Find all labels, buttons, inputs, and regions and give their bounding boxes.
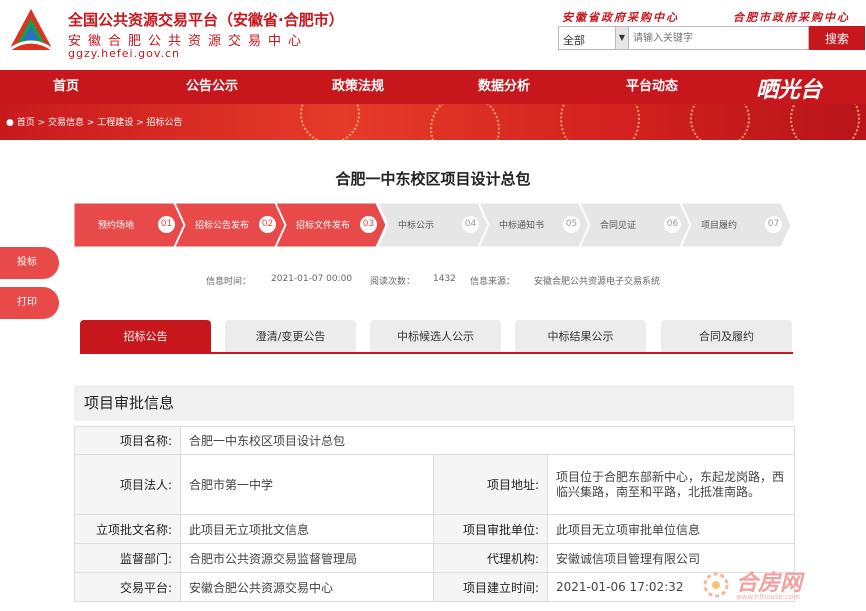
banner: ● 首页 > 交易信息 > 工程建设 > 招标公告 bbox=[0, 104, 866, 140]
firework-decoration bbox=[560, 104, 640, 140]
firework-decoration bbox=[690, 104, 750, 140]
step-label: 项目履约 bbox=[701, 221, 738, 231]
step-number: 06 bbox=[664, 216, 681, 233]
step-3: 招标文件发布 03 bbox=[276, 203, 386, 247]
page-title: 合肥一中东校区项目设计总包 bbox=[335, 170, 531, 188]
step-number: 02 bbox=[259, 216, 276, 233]
step-6: 合同见证 06 bbox=[580, 203, 690, 247]
step-7: 项目履约 07 bbox=[681, 203, 791, 247]
print-button[interactable]: 打印 bbox=[0, 287, 59, 319]
table-value: 此项目无立项审批单位信息 bbox=[547, 514, 795, 544]
table-value: 安徽合肥公共资源交易中心 bbox=[180, 572, 434, 602]
table-label: 项目名称: bbox=[74, 426, 181, 455]
table-label: 代理机构: bbox=[433, 543, 548, 573]
site-domain: ggzy.hefei.gov.cn bbox=[68, 47, 180, 60]
step-5: 中标通知书 05 bbox=[479, 203, 589, 247]
tab-candidates[interactable]: 中标候选人公示 bbox=[370, 320, 501, 353]
info-source: 安徽合肥公共资源电子交易系统 bbox=[534, 277, 661, 287]
step-label: 中标公示 bbox=[398, 221, 435, 231]
table-value: 项目位于合肥东部新中心，东起龙岗路，西临兴集路，南至和平路，北抵准南路。 bbox=[547, 454, 795, 515]
breadcrumb-text[interactable]: 首页 > 交易信息 > 工程建设 > 招标公告 bbox=[17, 118, 183, 128]
site-logo-icon[interactable] bbox=[6, 6, 56, 56]
brand-logo[interactable]: 晒光台 bbox=[756, 72, 822, 104]
breadcrumb: ● 首页 > 交易信息 > 工程建设 > 招标公告 bbox=[6, 115, 183, 128]
step-number: 01 bbox=[158, 216, 175, 233]
table-row: 立项批文名称: 此项目无立项批文信息 项目审批单位: 此项目无立项审批单位信息 bbox=[74, 514, 795, 544]
tab-results[interactable]: 中标结果公示 bbox=[515, 320, 646, 353]
step-number: 07 bbox=[765, 216, 782, 233]
nav-item-home[interactable]: 首页 bbox=[28, 70, 104, 104]
site-header: 全国公共资源交易平台（安徽省·合肥市） 安徽合肥公共资源交易中心 ggzy.he… bbox=[0, 0, 866, 70]
table-row: 项目法人: 合肥市第一中学 项目地址: 项目位于合肥东部新中心，东起龙岗路，西临… bbox=[74, 454, 795, 515]
info-time: 2021-01-07 00:00 bbox=[271, 274, 353, 284]
table-label: 立项批文名称: bbox=[74, 514, 181, 544]
step-number: 03 bbox=[360, 216, 377, 233]
table-label: 项目地址: bbox=[433, 454, 548, 515]
info-time-label: 信息时间： bbox=[206, 277, 252, 287]
table-label: 项目审批单位: bbox=[433, 514, 548, 544]
search-button[interactable]: 搜索 bbox=[809, 26, 865, 50]
firework-decoration bbox=[300, 104, 360, 140]
step-label: 合同见证 bbox=[600, 221, 637, 231]
table-row: 监督部门: 合肥市公共资源交易监督管理局 代理机构: 安徽诚信项目管理有限公司 bbox=[74, 543, 795, 573]
nav-item-data-analysis[interactable]: 数据分析 bbox=[462, 70, 546, 104]
table-row: 交易平台: 安徽合肥公共资源交易中心 项目建立时间: 2021-01-06 17… bbox=[74, 572, 795, 602]
tab-clarification[interactable]: 澄清/变更公告 bbox=[225, 320, 356, 353]
step-1: 预约场地 01 bbox=[74, 203, 184, 247]
approval-table: 项目名称: 合肥一中东校区项目设计总包 项目法人: 合肥市第一中学 项目地址: … bbox=[74, 426, 795, 602]
table-label: 项目法人: bbox=[74, 454, 181, 515]
firework-decoration bbox=[790, 104, 860, 140]
table-value: 合肥一中东校区项目设计总包 bbox=[180, 426, 795, 455]
table-value: 合肥市公共资源交易监督管理局 bbox=[180, 543, 434, 573]
location-pin-icon: ● bbox=[6, 118, 14, 128]
step-2: 招标公告发布 02 bbox=[175, 203, 285, 247]
step-label: 预约场地 bbox=[98, 221, 135, 231]
step-label: 中标通知书 bbox=[499, 221, 545, 231]
step-4: 中标公示 04 bbox=[378, 203, 488, 247]
table-value: 此项目无立项批文信息 bbox=[180, 514, 434, 544]
section-title: 项目审批信息 bbox=[74, 385, 794, 421]
info-source-label: 信息来源： bbox=[470, 277, 516, 287]
table-label: 项目建立时间: bbox=[433, 572, 548, 602]
search-input[interactable] bbox=[628, 26, 809, 50]
table-value: 合肥市第一中学 bbox=[180, 454, 434, 515]
step-number: 05 bbox=[563, 216, 580, 233]
info-views: 1432 bbox=[433, 274, 456, 284]
tab-contract[interactable]: 合同及履约 bbox=[661, 320, 792, 353]
bid-button[interactable]: 投标 bbox=[0, 247, 59, 279]
link-city-procurement[interactable]: 合肥市政府采购中心 bbox=[733, 9, 850, 25]
chevron-down-icon[interactable]: ▼ bbox=[615, 27, 628, 49]
site-title: 全国公共资源交易平台（安徽省·合肥市） bbox=[68, 11, 344, 29]
watermark-url: www.hfhouse.com bbox=[736, 593, 800, 601]
step-label: 招标公告发布 bbox=[195, 221, 250, 231]
nav-item-platform-news[interactable]: 平台动态 bbox=[610, 70, 694, 104]
table-label: 监督部门: bbox=[74, 543, 181, 573]
nav-item-announcements[interactable]: 公告公示 bbox=[170, 70, 254, 104]
link-province-procurement[interactable]: 安徽省政府采购中心 bbox=[562, 9, 679, 25]
info-views-label: 阅读次数： bbox=[370, 277, 416, 287]
tab-tender-notice[interactable]: 招标公告 bbox=[80, 320, 211, 353]
table-label: 交易平台: bbox=[74, 572, 181, 602]
table-row: 项目名称: 合肥一中东校区项目设计总包 bbox=[74, 426, 795, 455]
step-number: 04 bbox=[462, 216, 479, 233]
step-label: 招标文件发布 bbox=[296, 221, 351, 231]
firework-decoration bbox=[430, 104, 500, 140]
tab-underline bbox=[80, 352, 793, 354]
main-nav: 首页 公告公示 政策法规 数据分析 平台动态 晒光台 bbox=[0, 70, 866, 104]
nav-item-policies[interactable]: 政策法规 bbox=[316, 70, 400, 104]
